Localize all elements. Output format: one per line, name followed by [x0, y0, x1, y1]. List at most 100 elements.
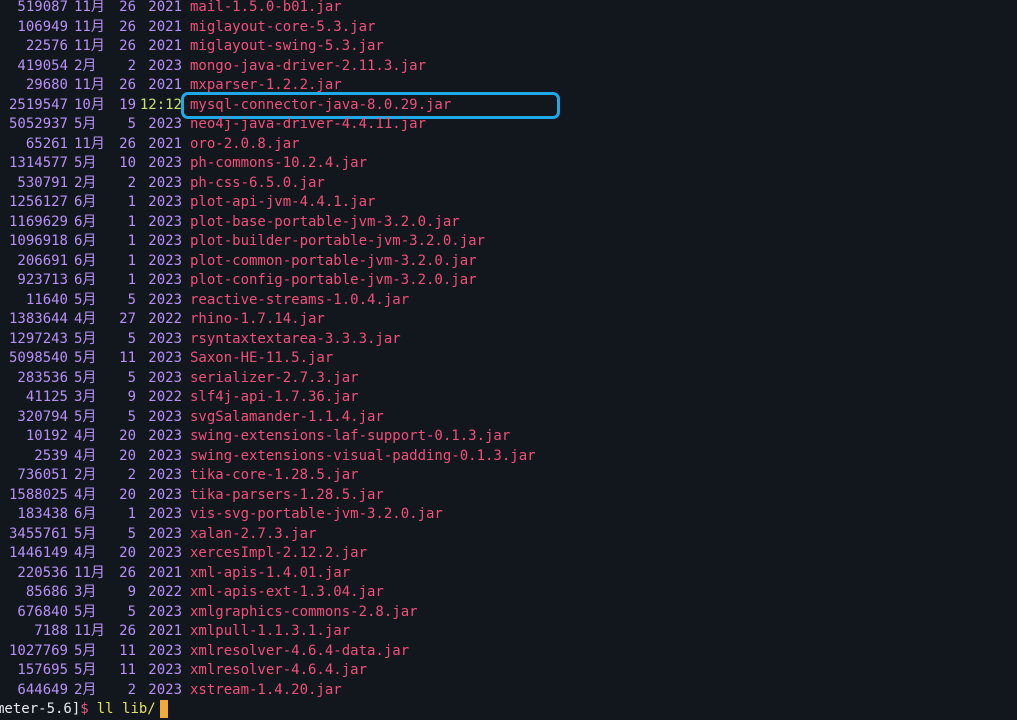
- file-month: 2月: [74, 174, 97, 191]
- file-name[interactable]: plot-builder-portable-jvm-3.2.0.jar: [182, 232, 485, 252]
- list-item[interactable]: 519087 11月 26 2021 mail-1.5.0-b01.jar: [0, 0, 1017, 18]
- file-name[interactable]: oro-2.0.8.jar: [182, 135, 300, 155]
- file-name[interactable]: mail-1.5.0-b01.jar: [182, 0, 342, 18]
- file-size: 10192: [25, 428, 68, 444]
- file-name[interactable]: xalan-2.7.3.jar: [182, 525, 316, 545]
- file-month: 11月: [74, 77, 105, 93]
- file-name[interactable]: xstream-1.4.20.jar: [182, 681, 342, 701]
- file-day: 10: [119, 155, 136, 171]
- file-name[interactable]: ph-css-6.5.0.jar: [182, 174, 325, 194]
- file-name[interactable]: xmlresolver-4.6.4-data.jar: [182, 642, 409, 662]
- file-year-or-time: 2021: [148, 623, 182, 639]
- file-name[interactable]: plot-api-jvm-4.4.1.jar: [182, 193, 375, 213]
- file-size: 2519547: [8, 96, 68, 113]
- file-name[interactable]: plot-common-portable-jvm-3.2.0.jar: [182, 252, 477, 272]
- file-day: 26: [119, 0, 136, 15]
- list-item[interactable]: 419054 2月 2 2023 mongo-java-driver-2.11.3.ja…: [0, 57, 1017, 77]
- file-name[interactable]: tika-core-1.28.5.jar: [182, 466, 359, 486]
- file-year-or-time: 2021: [148, 564, 182, 581]
- file-day: 11: [119, 642, 136, 659]
- file-name[interactable]: miglayout-swing-5.3.jar: [182, 37, 384, 57]
- list-item[interactable]: 320794 5月 5 2023 svgSalamander-1.1.4.jar: [0, 408, 1017, 428]
- file-name[interactable]: rsyntaxtextarea-3.3.3.jar: [182, 330, 401, 350]
- list-item[interactable]: 22576 11月 26 2021 miglayout-swing-5.3.jar: [0, 37, 1017, 57]
- text-cursor: [159, 700, 168, 718]
- list-item[interactable]: 923713 6月 1 2023 plot-config-portable-jvm-3.…: [0, 271, 1017, 291]
- list-item[interactable]: 206691 6月 1 2023 plot-common-portable-jvm-3.…: [0, 252, 1017, 272]
- file-size: 29680: [25, 77, 68, 93]
- file-name[interactable]: miglayout-core-5.3.jar: [182, 18, 375, 38]
- list-item[interactable]: 5052937 5月 5 2023 neo4j-java-driver-4.4.11.j…: [0, 115, 1017, 135]
- list-item[interactable]: 1446149 4月 20 2023 xercesImpl-2.12.2.jar: [0, 544, 1017, 564]
- list-item[interactable]: 183438 6月 1 2023 vis-svg-portable-jvm-3.2.0.…: [0, 505, 1017, 525]
- file-name[interactable]: mysql-connector-java-8.0.29.jar: [181, 91, 560, 119]
- file-month: 5月: [74, 116, 97, 132]
- list-item[interactable]: 1383644 4月 27 2022 rhino-1.7.14.jar: [0, 310, 1017, 330]
- list-item[interactable]: 1256127 6月 1 2023 plot-api-jvm-4.4.1.jar: [0, 193, 1017, 213]
- file-name[interactable]: svgSalamander-1.1.4.jar: [182, 408, 384, 428]
- list-item[interactable]: 157695 5月 11 2023 xmlresolver-4.6.4.jar: [0, 661, 1017, 681]
- file-size: 1256127: [8, 194, 68, 210]
- list-item[interactable]: 1297243 5月 5 2023 rsyntaxtextarea-3.3.3.jar: [0, 330, 1017, 350]
- list-item[interactable]: 676840 5月 5 2023 xmlgraphics-commons-2.8.jar: [0, 603, 1017, 623]
- file-name[interactable]: reactive-streams-1.0.4.jar: [182, 291, 409, 311]
- list-item[interactable]: 10192 4月 20 2023 swing-extensions-laf-suppor…: [0, 427, 1017, 447]
- file-name[interactable]: xml-apis-1.4.01.jar: [182, 564, 350, 584]
- file-size: 22576: [25, 38, 68, 54]
- file-name[interactable]: rhino-1.7.14.jar: [182, 310, 325, 330]
- file-name[interactable]: xml-apis-ext-1.3.04.jar: [182, 583, 384, 603]
- file-name[interactable]: ph-commons-10.2.4.jar: [182, 154, 367, 174]
- list-item[interactable]: 530791 2月 2 2023 ph-css-6.5.0.jar: [0, 174, 1017, 194]
- list-item[interactable]: 41125 3月 9 2022 slf4j-api-1.7.36.jar: [0, 388, 1017, 408]
- file-size: 419054: [17, 57, 68, 74]
- file-year-or-time: 2023: [148, 194, 182, 210]
- list-item[interactable]: 29680 11月 26 2021 mxparser-1.2.2.jar: [0, 76, 1017, 96]
- file-month: 6月: [74, 252, 97, 269]
- file-year-or-time: 2023: [148, 57, 182, 74]
- list-item[interactable]: 3455761 5月 5 2023 xalan-2.7.3.jar: [0, 525, 1017, 545]
- list-item[interactable]: 11640 5月 5 2023 reactive-streams-1.0.4.jar: [0, 291, 1017, 311]
- file-name[interactable]: mongo-java-driver-2.11.3.jar: [182, 57, 426, 77]
- file-day: 5: [127, 291, 136, 308]
- list-item[interactable]: 220536 11月 26 2021 xml-apis-1.4.01.jar: [0, 564, 1017, 584]
- file-name[interactable]: plot-base-portable-jvm-3.2.0.jar: [182, 213, 460, 233]
- file-name[interactable]: xercesImpl-2.12.2.jar: [182, 544, 367, 564]
- list-item[interactable]: 2539 4月 20 2023 swing-extensions-visual-padd…: [0, 447, 1017, 467]
- command-input[interactable]: ll lib/: [97, 698, 156, 720]
- list-item[interactable]: 5098540 5月 11 2023 Saxon-HE-11.5.jar: [0, 349, 1017, 369]
- file-name[interactable]: Saxon-HE-11.5.jar: [182, 349, 333, 369]
- file-name[interactable]: xmlpull-1.1.3.1.jar: [182, 622, 350, 642]
- list-item[interactable]: 1096918 6月 1 2023 plot-builder-portable-jvm-…: [0, 232, 1017, 252]
- file-name[interactable]: vis-svg-portable-jvm-3.2.0.jar: [182, 505, 443, 525]
- list-item[interactable]: 736051 2月 2 2023 tika-core-1.28.5.jar: [0, 466, 1017, 486]
- list-item[interactable]: 85686 3月 9 2022 xml-apis-ext-1.3.04.jar: [0, 583, 1017, 603]
- list-item[interactable]: 7188 11月 26 2021 xmlpull-1.1.3.1.jar: [0, 622, 1017, 642]
- terminal-window[interactable]: 519087 11月 26 2021 mail-1.5.0-b01.jar 106949 1…: [0, 0, 1017, 720]
- file-name[interactable]: xmlresolver-4.6.4.jar: [182, 661, 367, 681]
- list-item[interactable]: 1169629 6月 1 2023 plot-base-portable-jvm-3.2…: [0, 213, 1017, 233]
- file-size: 1169629: [8, 213, 68, 230]
- file-year-or-time: 2022: [148, 584, 182, 600]
- file-name[interactable]: mxparser-1.2.2.jar: [182, 76, 342, 96]
- file-name[interactable]: neo4j-java-driver-4.4.11.jar: [182, 115, 426, 135]
- file-name[interactable]: slf4j-api-1.7.36.jar: [182, 388, 359, 408]
- list-item[interactable]: 106949 11月 26 2021 miglayout-core-5.3.jar: [0, 18, 1017, 38]
- list-item[interactable]: 1314577 5月 10 2023 ph-commons-10.2.4.jar: [0, 154, 1017, 174]
- list-item-selected[interactable]: 2519547 10月 19 12:12 mysql-connector-java-8.…: [0, 91, 1017, 119]
- file-size: 11640: [25, 291, 68, 308]
- shell-prompt[interactable]: meter-5.6] $ ll lib/: [0, 698, 168, 720]
- list-item[interactable]: 1027769 5月 11 2023 xmlresolver-4.6.4-data.ja…: [0, 642, 1017, 662]
- file-name[interactable]: serializer-2.7.3.jar: [182, 369, 359, 389]
- file-name[interactable]: xmlgraphics-commons-2.8.jar: [182, 603, 418, 623]
- file-name[interactable]: tika-parsers-1.28.5.jar: [182, 486, 384, 506]
- file-name[interactable]: plot-config-portable-jvm-3.2.0.jar: [182, 271, 477, 291]
- list-item[interactable]: 1588025 4月 20 2023 tika-parsers-1.28.5.jar: [0, 486, 1017, 506]
- file-year-or-time: 2023: [148, 408, 182, 425]
- file-day: 5: [127, 525, 136, 542]
- file-name[interactable]: swing-extensions-laf-support-0.1.3.jar: [182, 427, 510, 447]
- list-item[interactable]: 65261 11月 26 2021 oro-2.0.8.jar: [0, 135, 1017, 155]
- list-item[interactable]: 283536 5月 5 2023 serializer-2.7.3.jar: [0, 369, 1017, 389]
- file-year-or-time: 2023: [148, 369, 182, 386]
- file-size: 183438: [17, 506, 68, 522]
- file-name[interactable]: swing-extensions-visual-padding-0.1.3.ja…: [182, 447, 536, 467]
